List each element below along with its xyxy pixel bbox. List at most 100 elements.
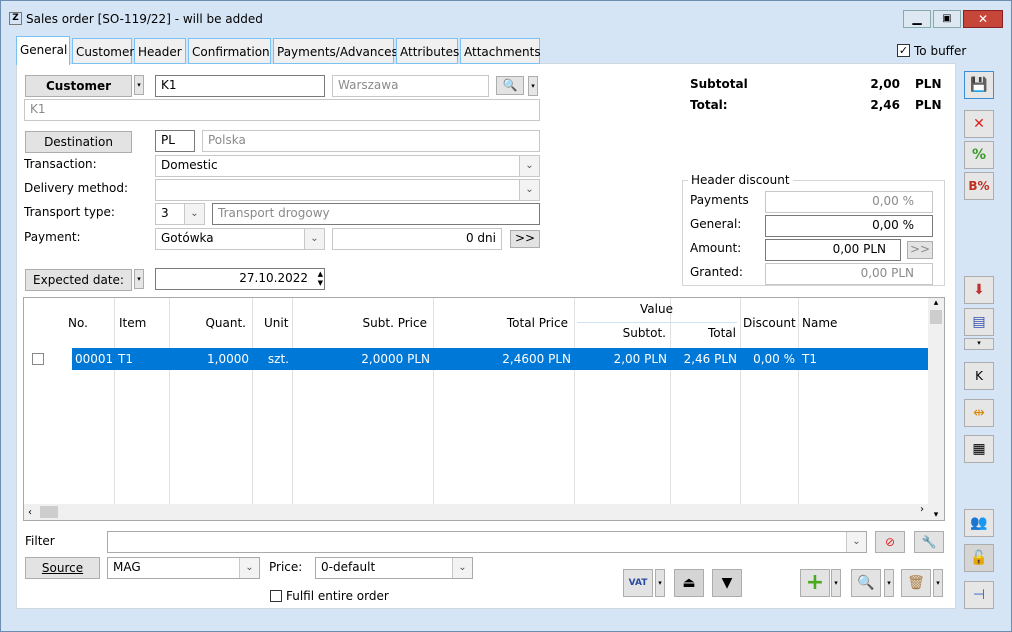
table-button[interactable]: ▦ — [964, 435, 994, 463]
date-spinner[interactable]: ▲ ▼ — [318, 270, 323, 288]
search-dropdown[interactable]: ▾ — [528, 76, 538, 96]
filter-input[interactable]: ⌄ — [107, 531, 867, 553]
move-up-button[interactable]: ⏏ — [674, 569, 704, 597]
to-buffer-checkbox[interactable]: ✓ — [897, 44, 910, 57]
source-button[interactable]: Source — [25, 557, 100, 579]
close-button[interactable]: ✕ — [963, 10, 1003, 28]
chevron-down-icon: ⌄ — [519, 180, 539, 200]
percent-icon: % — [971, 147, 987, 163]
cell-total: 2,46 PLN — [683, 352, 737, 366]
source-select[interactable]: MAG ⌄ — [107, 557, 260, 579]
customer-dropdown[interactable]: ▾ — [134, 75, 144, 95]
link-button[interactable]: ⇹ — [964, 399, 994, 427]
col-total-price[interactable]: Total Price — [444, 316, 568, 330]
move-down-button[interactable]: ▼ — [712, 569, 742, 597]
horizontal-scrollbar[interactable]: ‹ › — [24, 504, 928, 520]
col-unit[interactable]: Unit — [264, 316, 288, 330]
general-discount-input[interactable]: 0,00 % — [765, 215, 933, 237]
customer-city-field: Warszawa — [332, 75, 489, 97]
search-customer-button[interactable]: 🔍 — [496, 76, 524, 95]
customer-button[interactable]: Customer — [25, 75, 132, 97]
vat-button[interactable]: VAT — [623, 569, 653, 597]
payment-days-input[interactable]: 0 dni — [332, 228, 502, 250]
col-subtot[interactable]: Subtot. — [584, 326, 666, 340]
expected-date-button[interactable]: Expected date: — [25, 269, 132, 291]
transaction-value: Domestic — [161, 158, 218, 172]
trash-icon: 🗑 — [907, 575, 925, 591]
col-discount[interactable]: Discount — [743, 316, 796, 330]
import-icon: ⬇ — [973, 282, 985, 298]
pin-button[interactable]: ⊣ — [964, 581, 994, 609]
view-item-button[interactable]: 🔍 — [851, 569, 881, 597]
fulfil-checkbox[interactable] — [270, 590, 282, 602]
cell-unit: szt. — [267, 352, 289, 366]
cell-item: T1 — [118, 352, 133, 366]
payment-select[interactable]: Gotówka ⌄ — [155, 228, 325, 250]
add-item-button[interactable]: + — [800, 569, 830, 597]
b-discount-button[interactable]: B% — [964, 172, 994, 200]
tab-customer[interactable]: Customer — [72, 38, 134, 64]
subtotal-currency: PLN — [915, 77, 942, 91]
expected-date-input[interactable]: 27.10.2022 ▲ ▼ — [155, 268, 325, 290]
destination-code-input[interactable]: PL — [155, 130, 195, 152]
filter-settings-button[interactable]: 🔧 — [914, 531, 944, 553]
row-checkbox[interactable] — [32, 353, 44, 365]
col-total[interactable]: Total — [674, 326, 736, 340]
tab-payments-advances[interactable]: Payments/Advances — [273, 38, 398, 64]
wrench-icon: 🔧 — [921, 535, 937, 549]
price-select[interactable]: 0-default ⌄ — [315, 557, 473, 579]
chevron-down-icon: ⌄ — [846, 532, 866, 552]
payment-value: Gotówka — [161, 231, 214, 245]
maximize-button[interactable]: ▣ — [933, 10, 961, 28]
tab-confirmation[interactable]: Confirmation — [188, 38, 271, 64]
delete-item-button[interactable]: 🗑 — [901, 569, 931, 597]
col-name[interactable]: Name — [802, 316, 837, 330]
cancel-button[interactable]: ✕ — [964, 110, 994, 138]
save-button[interactable]: 💾 — [964, 71, 994, 99]
export-button[interactable]: ▤ — [964, 308, 994, 336]
view-dropdown[interactable]: ▾ — [884, 569, 894, 597]
amount-more-button[interactable]: >> — [907, 241, 933, 259]
add-dropdown[interactable]: ▾ — [831, 569, 841, 597]
cell-subtot: 2,00 PLN — [613, 352, 667, 366]
subtotal-label: Subtotal — [690, 77, 748, 91]
col-item[interactable]: Item — [119, 316, 146, 330]
minimize-button[interactable]: ▁ — [903, 10, 931, 28]
col-quant[interactable]: Quant. — [174, 316, 246, 330]
tab-header[interactable]: Header — [134, 38, 186, 64]
payment-more-button[interactable]: >> — [510, 230, 540, 248]
users-icon: 👥 — [970, 515, 988, 531]
amount-discount-input[interactable]: 0,00 PLN — [765, 239, 901, 261]
vat-dropdown[interactable]: ▾ — [655, 569, 665, 597]
customer-code-input[interactable]: K1 — [155, 75, 325, 97]
tab-attachments[interactable]: Attachments — [460, 38, 541, 64]
chevron-down-icon: ⌄ — [239, 558, 259, 578]
delete-dropdown[interactable]: ▾ — [933, 569, 943, 597]
transport-type-select[interactable]: 3 ⌄ — [155, 203, 205, 225]
transaction-select[interactable]: Domestic ⌄ — [155, 155, 540, 177]
window-title: Sales order [SO-119/22] - will be added — [26, 12, 263, 26]
chevron-down-icon: ⌄ — [519, 156, 539, 176]
amount-discount-label: Amount: — [690, 241, 742, 255]
col-no[interactable]: No. — [68, 316, 88, 330]
clear-filter-button[interactable]: ⊘ — [875, 531, 905, 553]
tab-attributes[interactable]: Attributes — [396, 38, 459, 64]
cell-name: T1 — [802, 352, 817, 366]
col-subt-price[interactable]: Subt. Price — [304, 316, 427, 330]
granted-discount-label: Granted: — [690, 265, 743, 279]
destination-button[interactable]: Destination — [25, 131, 132, 153]
k-document-button[interactable]: K — [964, 362, 994, 390]
tab-general[interactable]: General — [16, 36, 70, 65]
discount-button[interactable]: % — [964, 141, 994, 169]
upload-icon: ⏏ — [682, 575, 696, 591]
save-icon: 💾 — [970, 77, 988, 93]
export-dropdown[interactable]: ▾ — [964, 338, 994, 350]
unlock-button[interactable]: 🔓 — [964, 544, 994, 572]
table-icon: ▦ — [972, 441, 986, 457]
price-label: Price: — [269, 560, 303, 574]
import-button[interactable]: ⬇ — [964, 276, 994, 304]
delivery-method-select[interactable]: ⌄ — [155, 179, 540, 201]
expected-date-dropdown[interactable]: ▾ — [134, 269, 144, 289]
users-button[interactable]: 👥 — [964, 509, 994, 537]
vertical-scrollbar[interactable]: ▴ ▾ — [928, 298, 944, 520]
